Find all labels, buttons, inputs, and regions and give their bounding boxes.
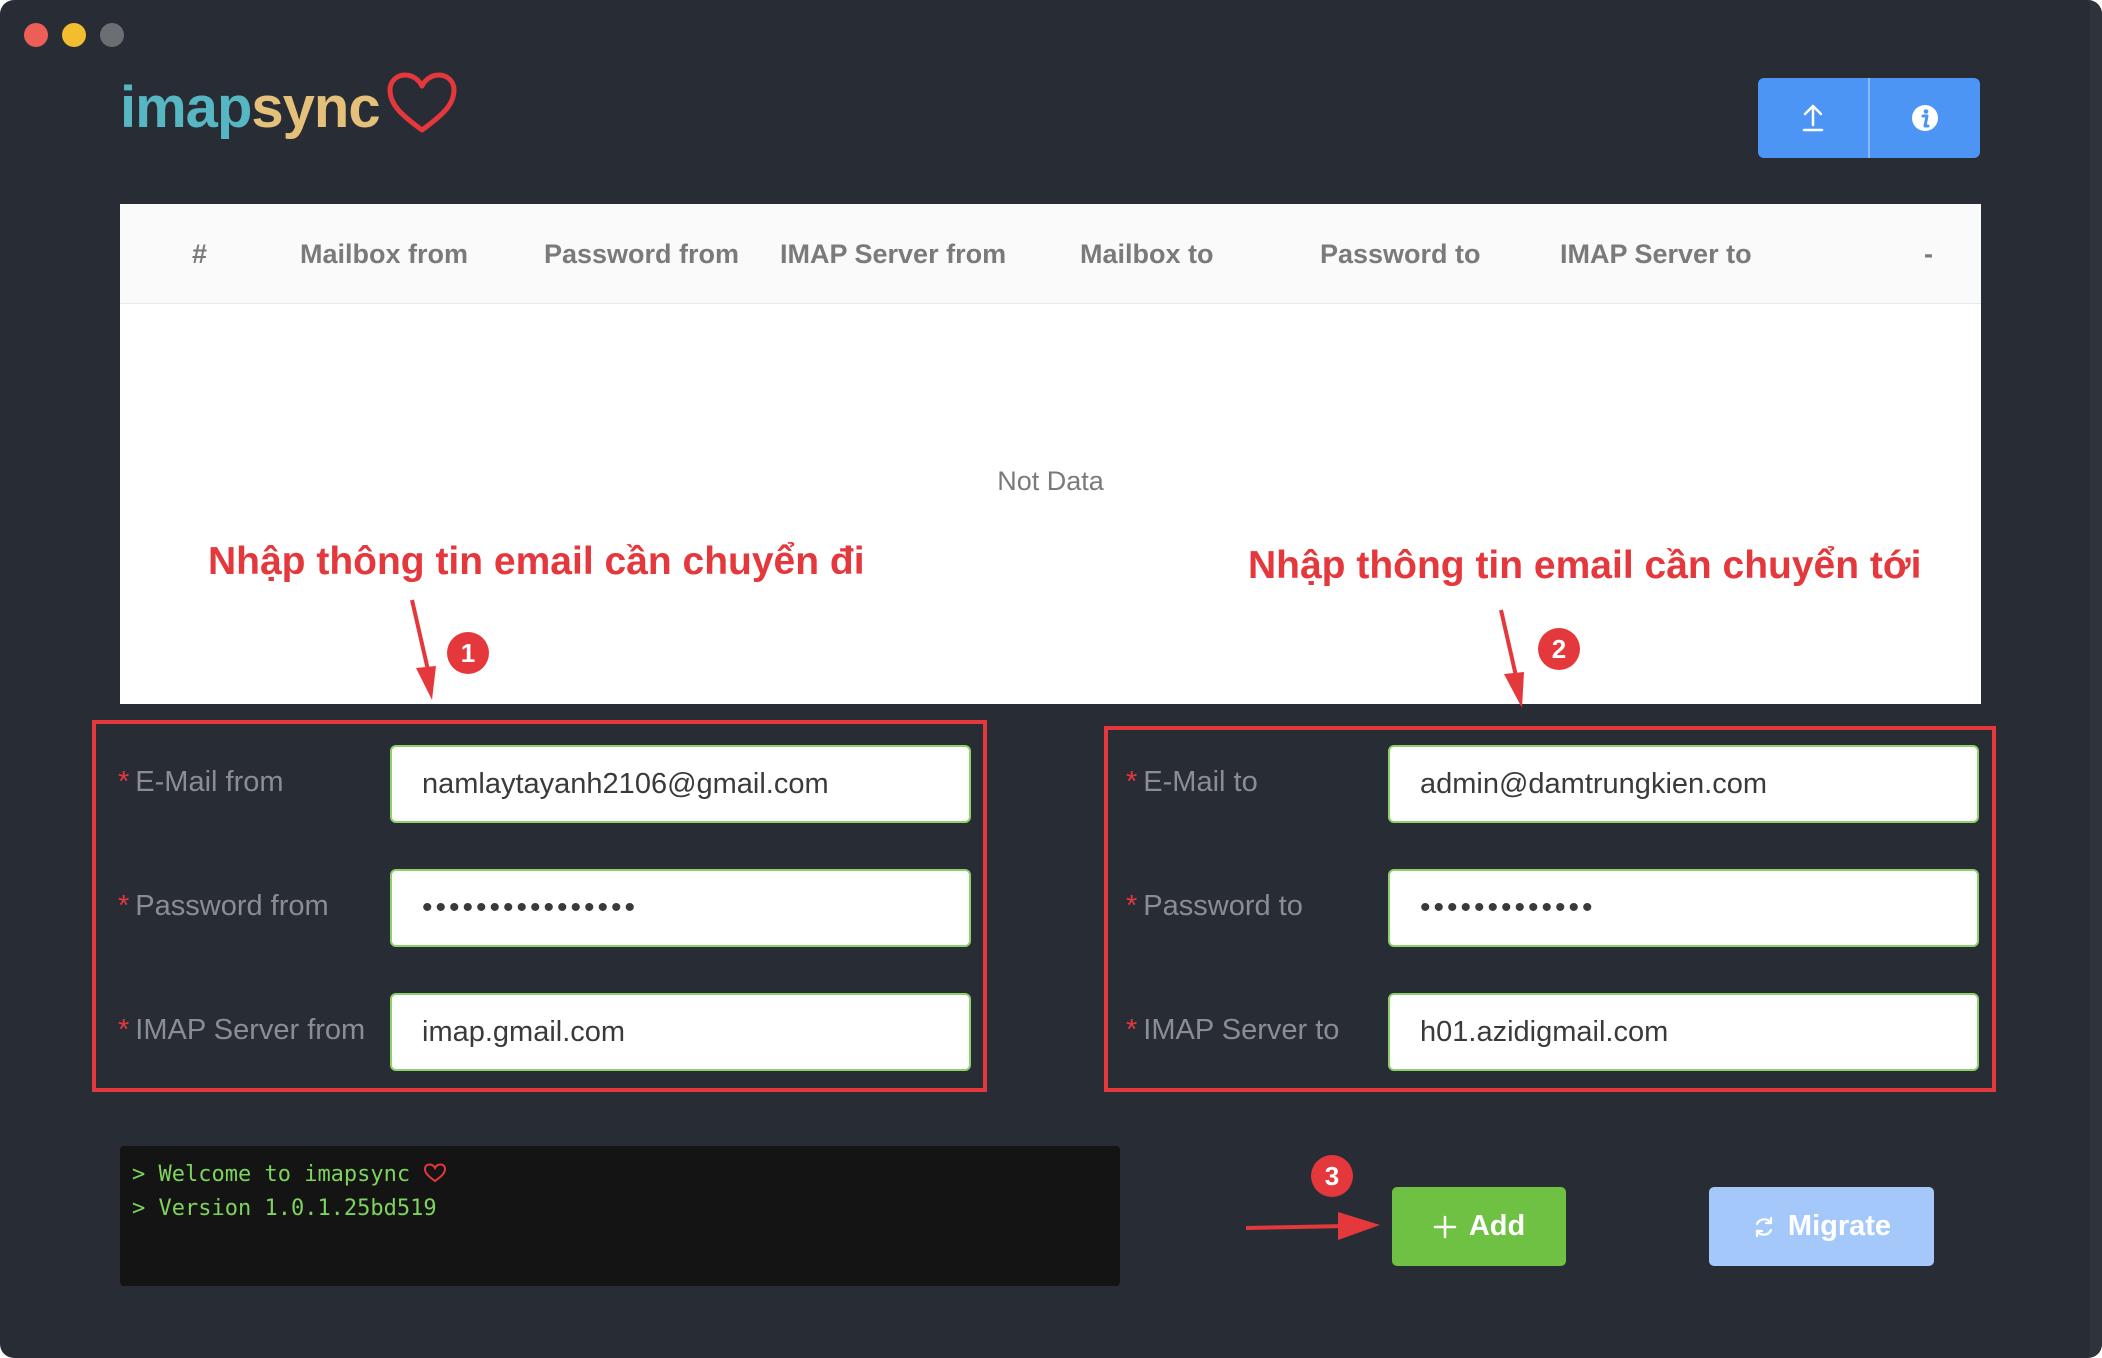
- table-header: # Mailbox from Password from IMAP Server…: [120, 204, 1981, 304]
- table-empty-text: Not Data: [997, 466, 1104, 496]
- migrate-button[interactable]: Migrate: [1709, 1187, 1934, 1266]
- column-header-password-from: Password from: [544, 239, 740, 269]
- column-header-imap-server-from: IMAP Server from: [780, 239, 1007, 269]
- upload-button[interactable]: [1758, 78, 1868, 158]
- app-logo: imap sync: [120, 72, 458, 142]
- annotation-to-title: Nhập thông tin email cần chuyển tới: [1248, 544, 1922, 587]
- column-header-actions: -: [1924, 239, 1933, 269]
- log-console: > Welcome to imapsync > Version 1.0.1.25…: [120, 1146, 1120, 1286]
- logo-text-imap: imap: [120, 74, 252, 140]
- required-mark: *: [118, 766, 130, 798]
- annotation-badge-2: 2: [1538, 628, 1580, 670]
- console-line: > Version 1.0.1.25bd519: [132, 1196, 437, 1221]
- migration-table: # Mailbox from Password from IMAP Server…: [120, 204, 1981, 704]
- window-edge: [2090, 0, 2102, 1358]
- email-to-input[interactable]: admin@damtrungkien.com: [1388, 745, 1979, 823]
- imap-server-to-input[interactable]: h01.azidigmail.com: [1388, 993, 1979, 1071]
- column-header-index: #: [192, 239, 208, 269]
- info-icon: [1912, 105, 1938, 131]
- email-from-label: * E-Mail from: [118, 766, 284, 798]
- sync-icon: [1755, 1216, 1773, 1237]
- annotation-from-title: Nhập thông tin email cần chuyển đi: [208, 540, 865, 583]
- password-from-label: * Password from: [118, 890, 329, 922]
- zoom-window-button[interactable]: [100, 23, 124, 47]
- logo-text-sync: sync: [251, 74, 380, 140]
- password-from-input[interactable]: ••••••••••••••••: [390, 869, 971, 947]
- add-button-label: Add: [1468, 1210, 1526, 1242]
- console-line: > Welcome to imapsync: [132, 1158, 1108, 1192]
- imap-server-from-label: * IMAP Server from: [118, 1014, 366, 1046]
- required-mark: *: [1126, 1014, 1138, 1046]
- upload-icon: [1802, 104, 1824, 132]
- column-header-imap-server-to: IMAP Server to: [1560, 239, 1752, 269]
- heart-icon: [424, 1163, 447, 1183]
- info-button[interactable]: [1868, 78, 1980, 158]
- annotation-badge-3: 3: [1311, 1155, 1353, 1197]
- window-controls: [24, 23, 124, 47]
- app-window: imap sync # Mailbox from Password from I…: [0, 0, 2102, 1358]
- imap-server-from-input[interactable]: imap.gmail.com: [390, 993, 971, 1071]
- column-header-mailbox-to: Mailbox to: [1080, 239, 1214, 269]
- required-mark: *: [118, 890, 130, 922]
- arrow-icon: [1245, 1212, 1380, 1240]
- required-mark: *: [1126, 890, 1138, 922]
- password-to-label: * Password to: [1126, 890, 1303, 922]
- email-from-input[interactable]: namlaytayanh2106@gmail.com: [390, 745, 971, 823]
- heart-icon: [387, 72, 457, 133]
- annotation-badge-1: 1: [447, 632, 489, 674]
- required-mark: *: [1126, 766, 1138, 798]
- close-window-button[interactable]: [24, 23, 48, 47]
- add-button[interactable]: Add: [1392, 1187, 1566, 1266]
- imap-server-to-label: * IMAP Server to: [1126, 1014, 1340, 1046]
- minimize-window-button[interactable]: [62, 23, 86, 47]
- required-mark: *: [118, 1014, 130, 1046]
- column-header-mailbox-from: Mailbox from: [300, 239, 469, 269]
- migrate-button-label: Migrate: [1787, 1210, 1892, 1242]
- toolbar-button-group: [1758, 78, 1980, 158]
- plus-icon: [1433, 1215, 1457, 1238]
- email-to-label: * E-Mail to: [1126, 766, 1258, 798]
- column-header-password-to: Password to: [1320, 239, 1481, 269]
- password-to-input[interactable]: •••••••••••••: [1388, 869, 1979, 947]
